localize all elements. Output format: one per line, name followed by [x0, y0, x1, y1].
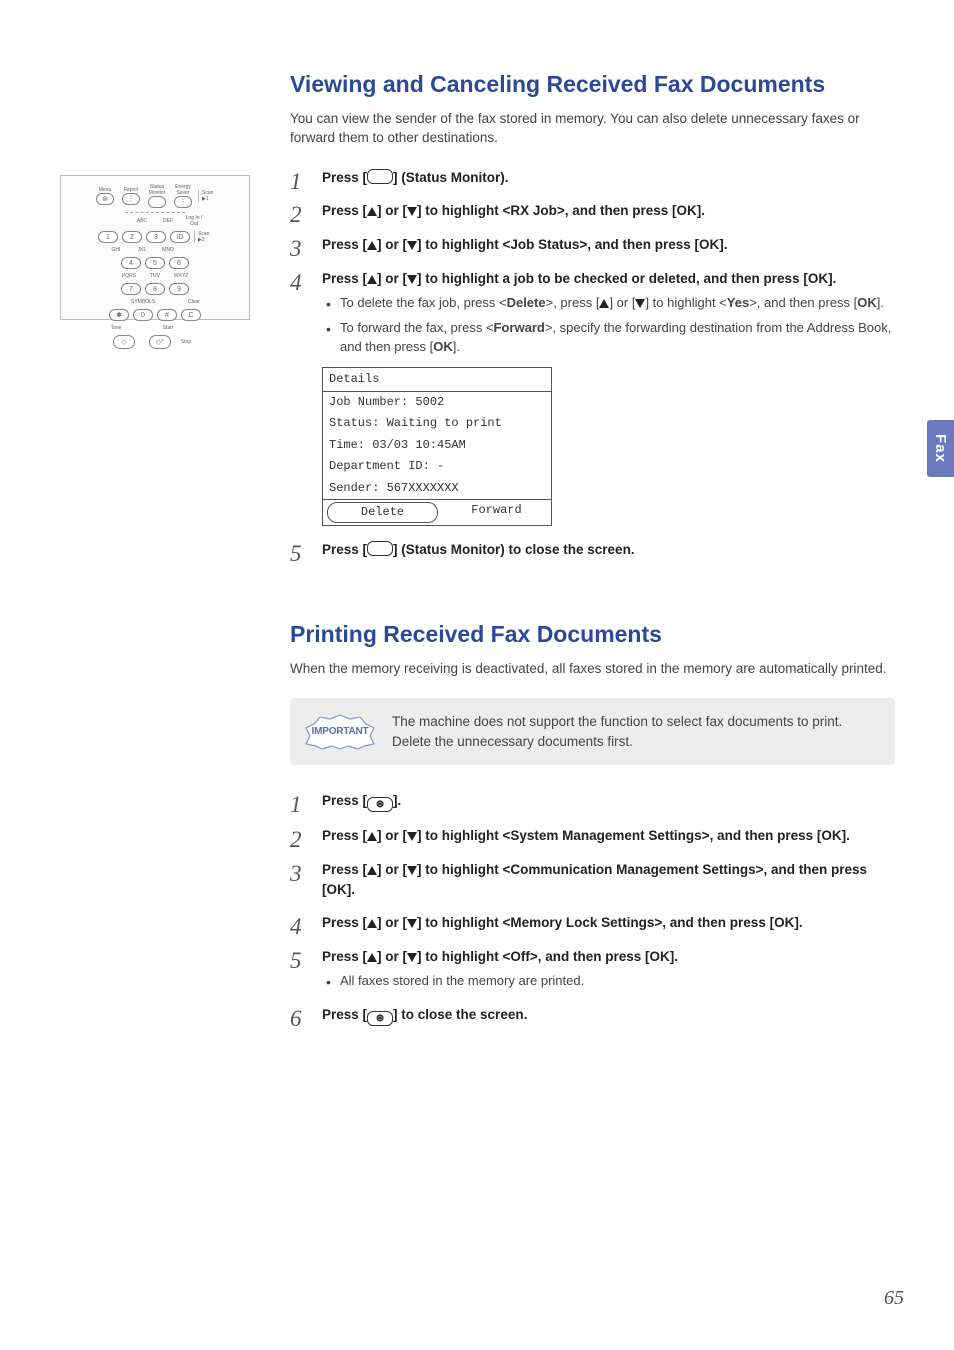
lcd-row: Sender: 567XXXXXXX: [323, 478, 551, 499]
lcd-row: Status: Waiting to print: [323, 413, 551, 434]
up-arrow-icon: [367, 241, 377, 250]
down-arrow-icon: [407, 919, 417, 928]
lcd-title: Details: [323, 368, 551, 392]
down-arrow-icon: [407, 241, 417, 250]
up-arrow-icon: [367, 832, 377, 841]
important-callout: IMPORTANT The machine does not support t…: [290, 698, 895, 765]
steps-list-1: Press [] (Status Monitor). Press [] or […: [290, 168, 895, 560]
lcd-row: Job Number: 5002: [323, 392, 551, 413]
status-monitor-key-icon: [367, 541, 393, 556]
step-1-1: Press [] (Status Monitor).: [290, 168, 895, 188]
step-2-5: Press [] or [] to highlight <Off>, and t…: [290, 947, 895, 991]
intro-text-2: When the memory receiving is deactivated…: [290, 659, 895, 679]
step-2-4: Press [] or [] to highlight <Memory Lock…: [290, 913, 895, 933]
up-arrow-icon: [599, 299, 609, 308]
lcd-row: Time: 03/03 10:45AM: [323, 435, 551, 456]
step-1-4-bullet-2: To forward the fax, press <Forward>, spe…: [326, 319, 895, 357]
lcd-delete-button: Delete: [327, 502, 438, 523]
side-tab-fax: Fax: [927, 420, 954, 477]
down-arrow-icon: [407, 275, 417, 284]
menu-key-icon: [367, 1011, 393, 1026]
status-monitor-key-icon: [367, 169, 393, 184]
step-2-6: Press [] to close the screen.: [290, 1005, 895, 1026]
lcd-details-panel: Details Job Number: 5002 Status: Waiting…: [322, 367, 552, 527]
menu-key-icon: [367, 797, 393, 812]
step-1-4-bullet-1: To delete the fax job, press <Delete>, p…: [326, 294, 895, 313]
down-arrow-icon: [407, 866, 417, 875]
step-1-5: Press [] (Status Monitor) to close the s…: [290, 540, 895, 560]
step-1-3: Press [] or [] to highlight <Job Status>…: [290, 235, 895, 255]
page-number: 65: [884, 1287, 904, 1310]
up-arrow-icon: [367, 866, 377, 875]
down-arrow-icon: [635, 299, 645, 308]
up-arrow-icon: [367, 207, 377, 216]
step-2-1: Press [].: [290, 791, 895, 812]
step-2-2: Press [] or [] to highlight <System Mana…: [290, 826, 895, 846]
important-badge-icon: IMPORTANT: [304, 714, 376, 750]
down-arrow-icon: [407, 832, 417, 841]
up-arrow-icon: [367, 919, 377, 928]
up-arrow-icon: [367, 953, 377, 962]
down-arrow-icon: [407, 207, 417, 216]
lcd-row: Department ID: -: [323, 456, 551, 477]
step-1-2: Press [] or [] to highlight <RX Job>, an…: [290, 201, 895, 221]
down-arrow-icon: [407, 953, 417, 962]
heading-viewing-canceling: Viewing and Canceling Received Fax Docum…: [290, 70, 895, 99]
step-2-5-bullet: All faxes stored in the memory are print…: [326, 972, 895, 991]
step-1-4: Press [] or [] to highlight a job to be …: [290, 269, 895, 527]
heading-printing-received: Printing Received Fax Documents: [290, 620, 895, 649]
lcd-forward-button: Forward: [442, 500, 551, 525]
important-text: The machine does not support the functio…: [392, 712, 879, 751]
intro-text-1: You can view the sender of the fax store…: [290, 109, 895, 148]
control-panel-illustration: Menu⊛ Report⋮ Status Monitor Energy Save…: [60, 175, 250, 320]
step-2-3: Press [] or [] to highlight <Communicati…: [290, 860, 895, 899]
steps-list-2: Press []. Press [] or [] to highlight <S…: [290, 791, 895, 1026]
up-arrow-icon: [367, 275, 377, 284]
